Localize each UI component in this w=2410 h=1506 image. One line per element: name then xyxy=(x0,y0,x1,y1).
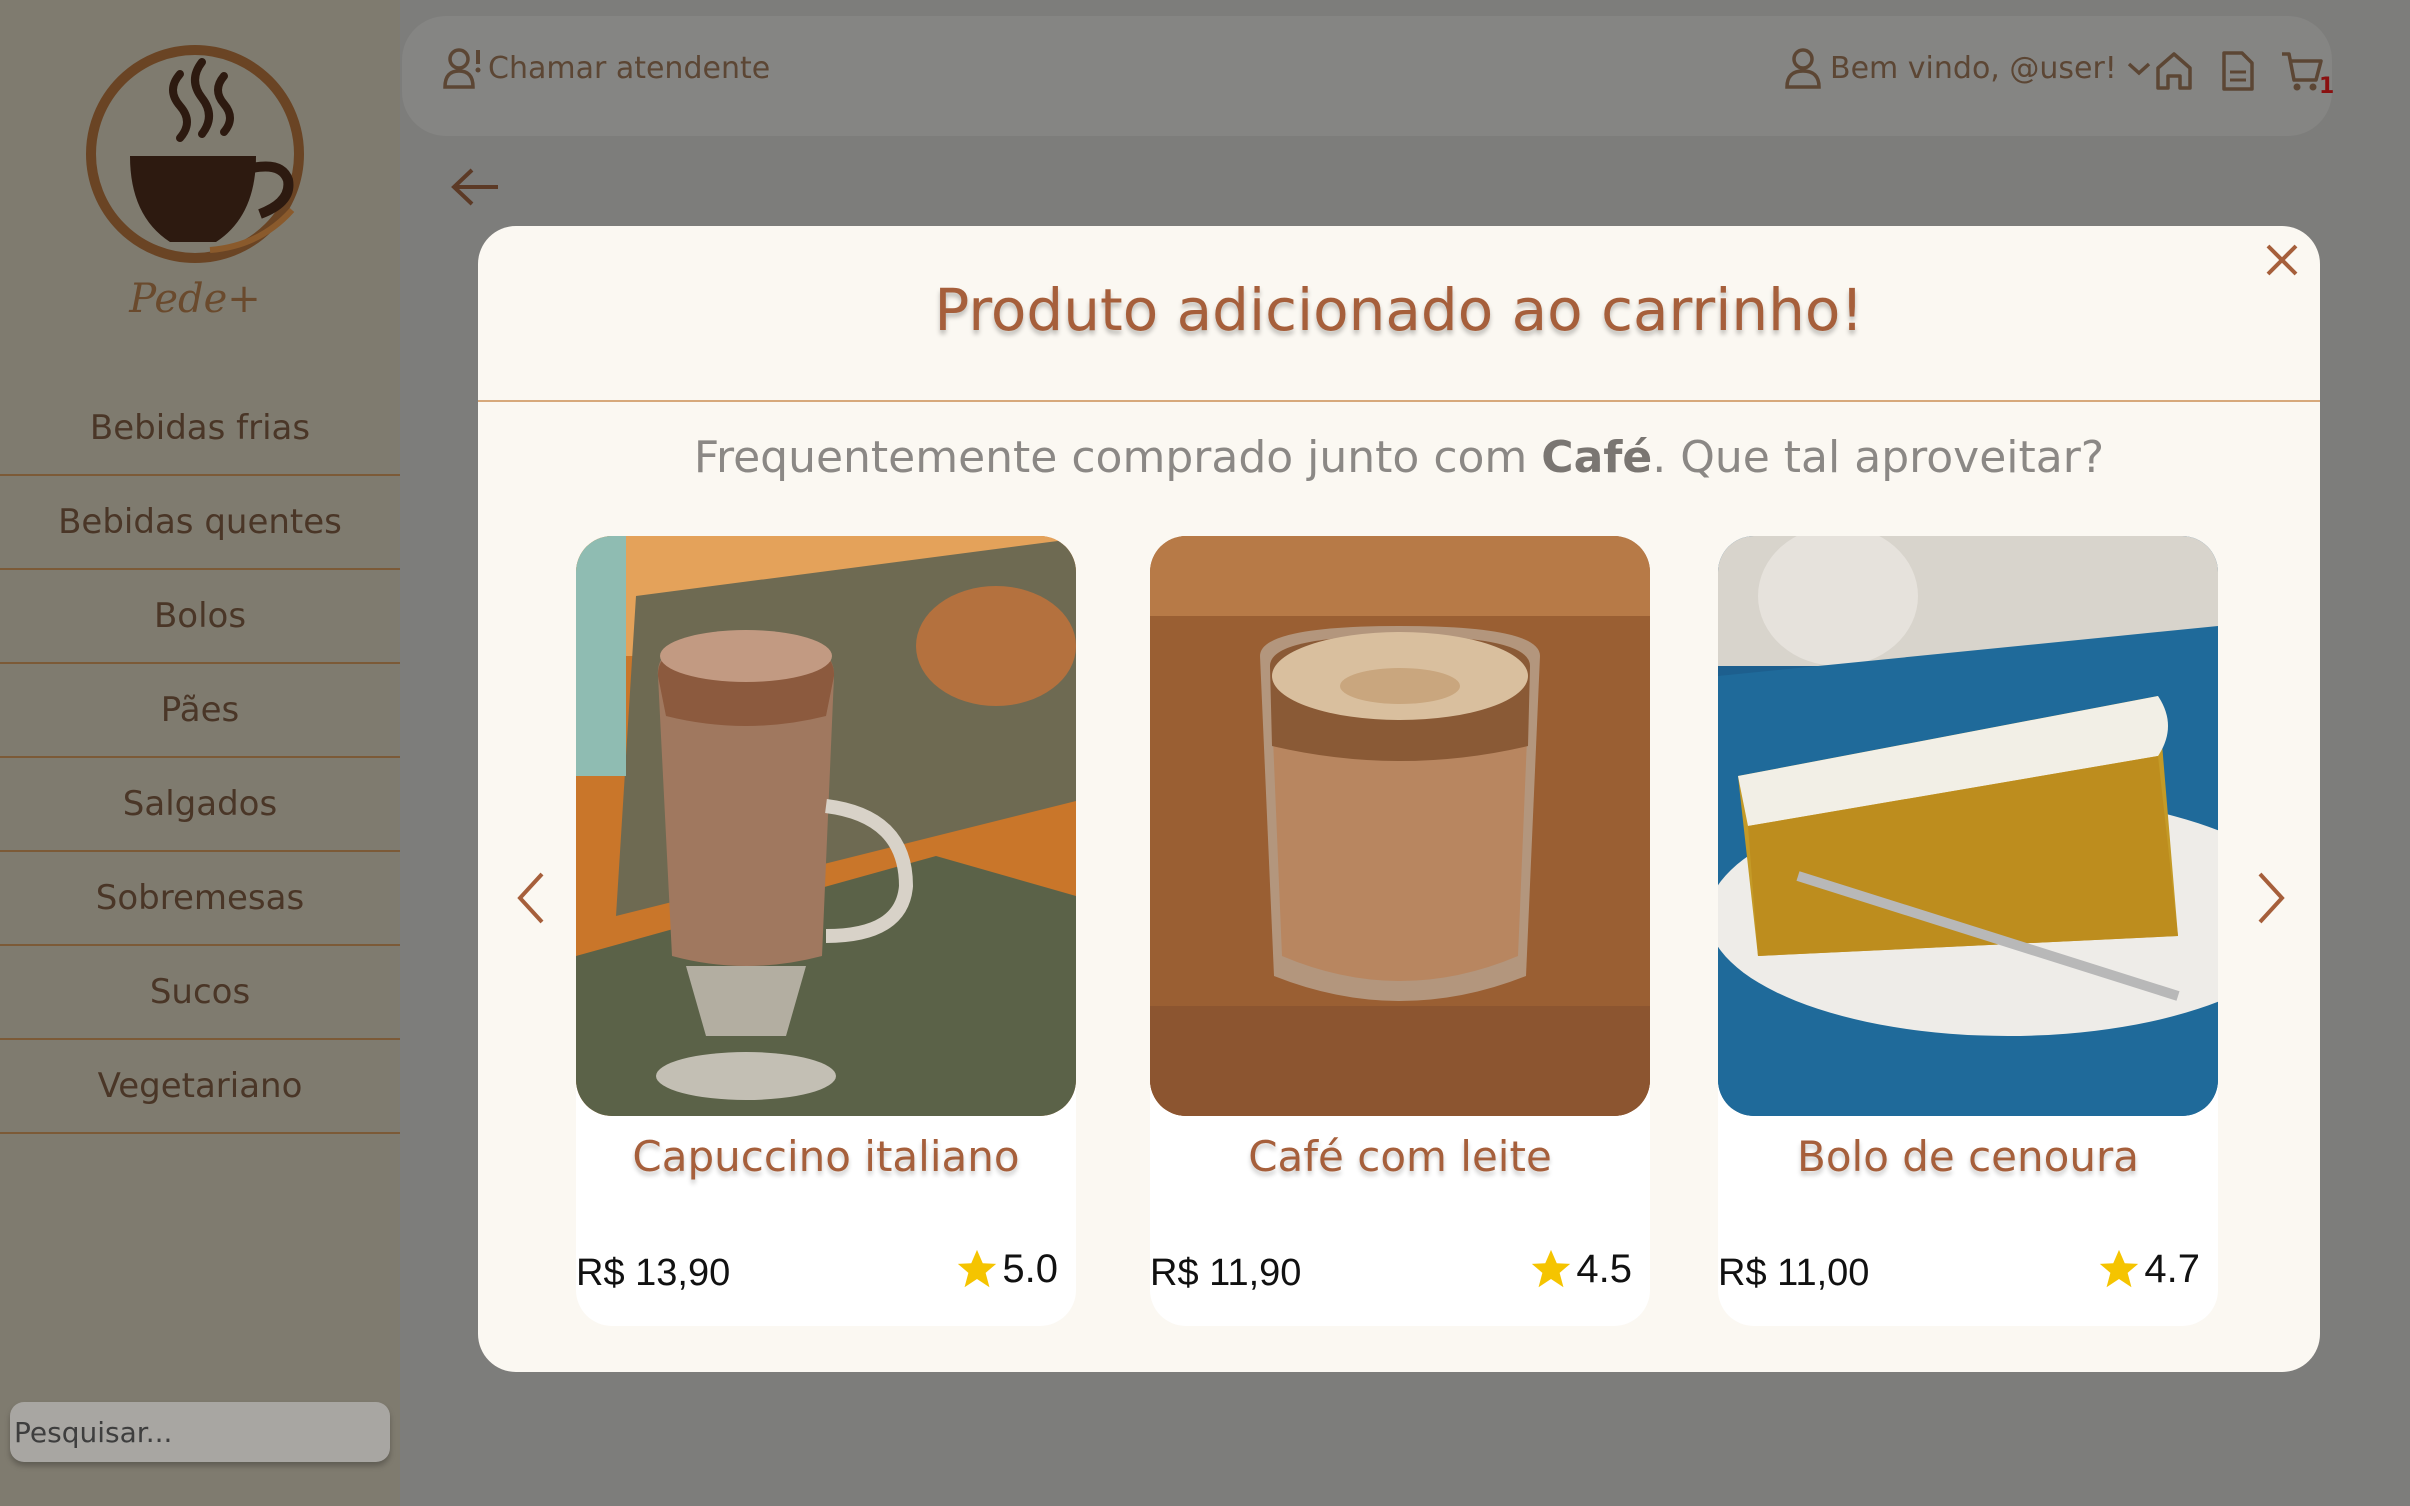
call-attendant-label: Chamar atendente xyxy=(488,50,771,86)
arrow-left-icon xyxy=(451,168,498,206)
capuccino-photo xyxy=(576,536,1076,1116)
rating-value: 4.5 xyxy=(1576,1246,1632,1291)
star-icon xyxy=(958,1249,997,1288)
search-input[interactable]: Pesquisar... xyxy=(10,1402,390,1462)
product-price: R$ 13,90 xyxy=(576,1252,731,1294)
sidebar-item-vegetariano[interactable]: Vegetariano xyxy=(0,1040,400,1134)
user-menu[interactable]: Bem vindo, @user! xyxy=(1782,46,2153,90)
sidebar-item-bolos[interactable]: Bolos xyxy=(0,570,400,664)
user-icon xyxy=(1785,48,1821,89)
chevron-right-icon xyxy=(2258,872,2285,924)
product-image-bolo-de-cenoura[interactable] xyxy=(1718,536,2218,1116)
product-card[interactable]: Café com leite R$ 11,90 4.5 xyxy=(1150,536,1650,1326)
product-price: R$ 11,00 xyxy=(1718,1252,1870,1294)
cart-icon xyxy=(2282,52,2323,91)
star-icon xyxy=(2100,1249,2139,1288)
product-card[interactable]: Capuccino italiano R$ 13,90 5.0 xyxy=(576,536,1076,1326)
product-image-cafe-com-leite[interactable] xyxy=(1150,536,1650,1116)
top-header: Chamar atendente Bem vindo, @user! 1 xyxy=(402,16,2335,136)
product-rating: 4.7 xyxy=(2096,1246,2200,1292)
sidebar-item-sobremesas[interactable]: Sobremesas xyxy=(0,852,400,946)
carousel-next-button[interactable] xyxy=(2254,870,2288,930)
product-name: Bolo de cenoura xyxy=(1797,1132,2139,1181)
sidebar: Pede+ Bebidas frias Bebidas quentes Bolo… xyxy=(0,0,400,1506)
product-name: Capuccino italiano xyxy=(632,1132,1020,1181)
category-menu: Bebidas frias Bebidas quentes Bolos Pães… xyxy=(0,382,400,1134)
sidebar-item-bebidas-quentes[interactable]: Bebidas quentes xyxy=(0,476,400,570)
bolo-de-cenoura-photo xyxy=(1718,536,2218,1116)
rating-value: 5.0 xyxy=(1002,1246,1058,1291)
product-image-capuccino[interactable] xyxy=(576,536,1076,1116)
orders-button[interactable] xyxy=(2220,50,2256,96)
close-icon xyxy=(2266,244,2298,276)
sidebar-item-salgados[interactable]: Salgados xyxy=(0,758,400,852)
modal-subtitle: Frequentemente comprado junto com Café. … xyxy=(478,432,2320,483)
subtitle-suffix: . Que tal aproveitar? xyxy=(1652,432,2105,483)
user-alert-icon xyxy=(443,48,481,89)
modal-divider xyxy=(478,400,2320,402)
modal-title: Produto adicionado ao carrinho! xyxy=(934,276,1864,344)
document-icon xyxy=(2222,51,2254,91)
product-card[interactable]: Bolo de cenoura R$ 11,00 4.7 xyxy=(1718,536,2218,1326)
sidebar-item-paes[interactable]: Pães xyxy=(0,664,400,758)
added-to-cart-modal: Produto adicionado ao carrinho! Frequent… xyxy=(478,226,2320,1372)
subtitle-prefix: Frequentemente comprado junto com xyxy=(693,432,1542,483)
coffee-cup-logo-icon xyxy=(86,45,304,263)
call-attendant-button[interactable]: Chamar atendente xyxy=(442,46,770,90)
sidebar-item-sucos[interactable]: Sucos xyxy=(0,946,400,1040)
star-icon xyxy=(1532,1249,1571,1288)
product-price: R$ 11,90 xyxy=(1150,1252,1302,1294)
sidebar-item-bebidas-frias[interactable]: Bebidas frias xyxy=(0,382,400,476)
rating-value: 4.7 xyxy=(2144,1246,2200,1291)
brand-name: Pede+ xyxy=(129,276,261,322)
carousel-prev-button[interactable] xyxy=(514,870,548,930)
home-icon xyxy=(2156,52,2192,90)
home-button[interactable] xyxy=(2154,50,2194,96)
chevron-down-icon xyxy=(2127,62,2151,76)
chevron-left-icon xyxy=(517,872,544,924)
cafe-com-leite-photo xyxy=(1150,536,1650,1116)
cart-button[interactable] xyxy=(2280,50,2324,96)
welcome-label: Bem vindo, @user! xyxy=(1830,50,2117,86)
back-button[interactable] xyxy=(450,166,502,212)
cart-count-badge: 1 xyxy=(2319,74,2335,99)
product-rating: 5.0 xyxy=(954,1246,1058,1292)
product-name: Café com leite xyxy=(1248,1132,1552,1181)
subtitle-product: Café xyxy=(1541,432,1653,483)
brand-logo[interactable]: Pede+ xyxy=(80,36,310,336)
product-rating: 4.5 xyxy=(1528,1246,1632,1292)
